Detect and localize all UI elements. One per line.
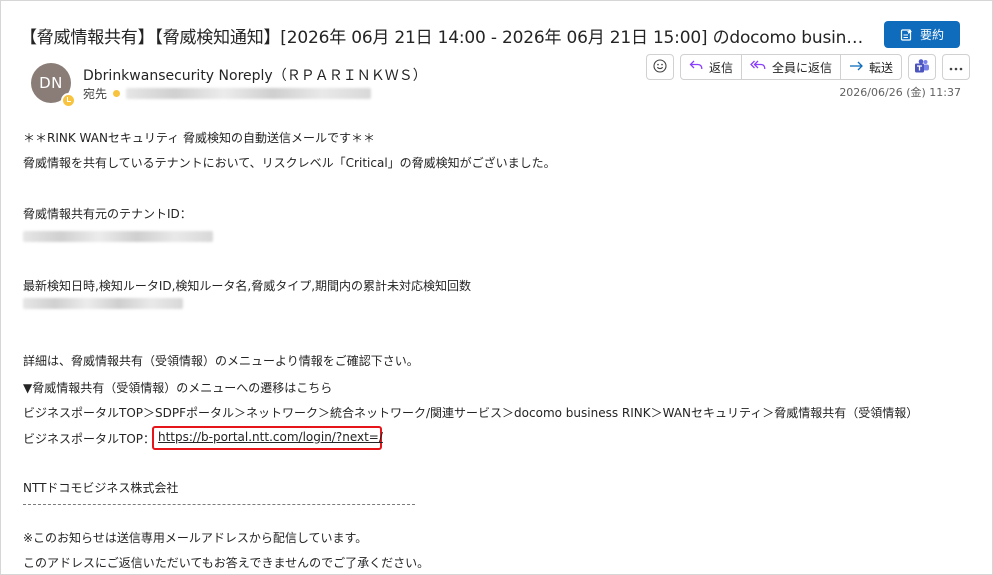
- received-date: 2026/06/26 (金) 11:37: [839, 86, 961, 99]
- detection-header: 最新検知日時,検知ルータID,検知ルータ名,脅威タイプ,期間内の累計未対応検知回…: [23, 279, 472, 293]
- separator-line: [23, 504, 415, 505]
- share-to-teams-button[interactable]: [909, 55, 935, 79]
- reply-group: 返信 全員に返信 転送: [680, 54, 903, 80]
- recipient-presence-icon: [113, 90, 121, 97]
- more-actions-button[interactable]: [943, 55, 969, 79]
- reply-label: 返信: [709, 60, 734, 75]
- redacted-detection-data: [23, 298, 183, 309]
- redacted-tenant-id: [23, 231, 213, 242]
- to-label: 宛先: [83, 87, 108, 101]
- reply-button[interactable]: 返信: [681, 55, 743, 79]
- notice-send-only: ※このお知らせは送信専用メールアドレスから配信しています。: [23, 531, 368, 545]
- email-subject: 【脅威情報共有】【脅威検知通知】[2026年 06月 21日 14:00 - 2…: [20, 28, 870, 48]
- detection-value: [23, 298, 183, 312]
- teams-group: [908, 54, 937, 80]
- body-line-critical: 脅威情報を共有しているテナントにおいて、リスクレベル「Critical」の脅威検…: [23, 156, 556, 170]
- recipient-row: 宛先: [83, 85, 372, 102]
- forward-button[interactable]: 転送: [841, 55, 901, 79]
- sender-name[interactable]: Dbrinkwansecurity Noreply（ＲＰＡＲＩＮＫＷＳ）: [83, 65, 427, 85]
- teams-icon: [914, 58, 930, 77]
- reply-all-label: 全員に返信: [772, 60, 833, 75]
- menu-path-title: ▼脅威情報共有（受領情報）のメニューへの遷移はこちら: [23, 381, 333, 395]
- presence-away-icon: [61, 93, 76, 108]
- portal-label: ビジネスポータルTOP：: [23, 432, 156, 446]
- company-name: NTTドコモビジネス株式会社: [23, 481, 179, 495]
- forward-label: 転送: [869, 60, 894, 75]
- summary-button[interactable]: 要約: [884, 21, 960, 48]
- ellipsis-icon: [949, 60, 963, 74]
- notice-no-reply: このアドレスにご返信いただいてもお答えできませんのでご了承ください。: [23, 556, 430, 570]
- tenant-id-value: [23, 231, 213, 245]
- portal-url-link[interactable]: https://b-portal.ntt.com/login/?next=/: [158, 430, 383, 444]
- summary-icon: [900, 28, 914, 42]
- message-actions: 返信 全員に返信 転送: [646, 54, 971, 80]
- tenant-id-label: 脅威情報共有元のテナントID：: [23, 207, 192, 221]
- menu-path: ビジネスポータルTOP＞SDPFポータル＞ネットワーク＞統合ネットワーク/関連サ…: [23, 406, 919, 420]
- forward-arrow-icon: [849, 60, 864, 75]
- reply-all-icon: [750, 59, 767, 75]
- reaction-group: [646, 54, 674, 80]
- summary-label: 要約: [919, 28, 944, 42]
- more-group: [942, 54, 971, 80]
- reply-all-button[interactable]: 全員に返信: [742, 55, 842, 79]
- detail-instruction: 詳細は、脅威情報共有（受領情報）のメニューより情報をご確認下さい。: [23, 354, 419, 368]
- smiley-icon: [653, 58, 667, 76]
- email-reading-pane: 【脅威情報共有】【脅威検知通知】[2026年 06月 21日 14:00 - 2…: [0, 0, 993, 575]
- reply-icon: [689, 59, 704, 75]
- emoji-reaction-button[interactable]: [647, 55, 673, 79]
- body-line-intro: ＊＊RINK WANセキュリティ 脅威検知の自動送信メールです＊＊: [23, 131, 376, 145]
- redacted-recipients: [126, 88, 372, 99]
